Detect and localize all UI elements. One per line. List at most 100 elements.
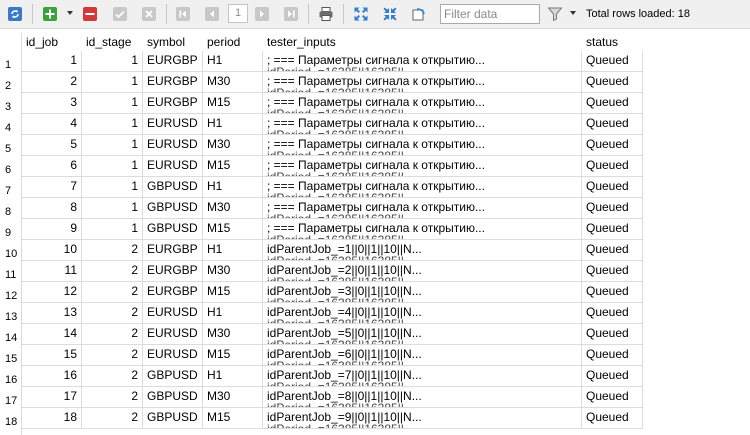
table-row[interactable]: 17 2 GBPUSD M30 idParentJob_=8||0||1||10||N.… xyxy=(22,387,643,408)
collapse-icon[interactable] xyxy=(380,4,400,24)
cell-period[interactable]: M15 xyxy=(203,282,263,302)
cell-id-stage[interactable]: 2 xyxy=(82,387,143,407)
cell-period[interactable]: M15 xyxy=(203,219,263,239)
cell-status[interactable]: Queued xyxy=(582,366,643,386)
row-number[interactable]: 16 xyxy=(5,374,21,386)
discard-icon[interactable] xyxy=(139,4,159,24)
column-header-tester-inputs[interactable]: tester_inputs xyxy=(263,33,582,51)
cell-symbol[interactable]: EURUSD xyxy=(143,114,203,134)
cell-status[interactable]: Queued xyxy=(582,408,643,428)
cell-symbol[interactable]: EURUSD xyxy=(143,345,203,365)
cell-status[interactable]: Queued xyxy=(582,324,643,344)
cell-id-job[interactable]: 2 xyxy=(22,72,82,92)
cell-status[interactable]: Queued xyxy=(582,240,643,260)
column-header-status[interactable]: status xyxy=(582,33,643,51)
cell-id-job[interactable]: 11 xyxy=(22,261,82,281)
cell-tester-inputs[interactable]: ; === Параметры сигнала к открытию... idP… xyxy=(263,93,582,113)
cell-id-job[interactable]: 9 xyxy=(22,219,82,239)
filter-input[interactable] xyxy=(440,4,540,24)
cell-period[interactable]: M15 xyxy=(203,345,263,365)
filter-icon[interactable] xyxy=(545,4,565,24)
cell-tester-inputs[interactable]: ; === Параметры сигнала к открытию... idP… xyxy=(263,198,582,218)
row-number[interactable]: 15 xyxy=(5,353,21,365)
cell-symbol[interactable]: EURGBP xyxy=(143,261,203,281)
cell-tester-inputs[interactable]: idParentJob_=6||0||1||10||N... idPeriod_=… xyxy=(263,345,582,365)
row-number[interactable]: 11 xyxy=(5,269,21,281)
prev-page-icon[interactable] xyxy=(202,4,222,24)
row-number[interactable]: 7 xyxy=(5,185,21,197)
cell-period[interactable]: M30 xyxy=(203,261,263,281)
cell-tester-inputs[interactable]: ; === Параметры сигнала к открытию... idP… xyxy=(263,114,582,134)
cell-status[interactable]: Queued xyxy=(582,387,643,407)
cell-id-stage[interactable]: 1 xyxy=(82,198,143,218)
cell-id-job[interactable]: 5 xyxy=(22,135,82,155)
cell-id-job[interactable]: 15 xyxy=(22,345,82,365)
cell-status[interactable]: Queued xyxy=(582,345,643,365)
cell-tester-inputs[interactable]: idParentJob_=5||0||1||10||N... idPeriod_=… xyxy=(263,324,582,344)
cell-period[interactable]: H1 xyxy=(203,366,263,386)
column-header-symbol[interactable]: symbol xyxy=(143,33,203,51)
cell-id-job[interactable]: 17 xyxy=(22,387,82,407)
row-number[interactable]: 17 xyxy=(5,395,21,407)
cell-id-job[interactable]: 10 xyxy=(22,240,82,260)
next-page-icon[interactable] xyxy=(252,4,272,24)
row-number[interactable]: 6 xyxy=(5,164,21,176)
cell-id-stage[interactable]: 1 xyxy=(82,72,143,92)
print-icon[interactable] xyxy=(316,4,336,24)
row-number[interactable]: 10 xyxy=(5,248,21,260)
cell-tester-inputs[interactable]: ; === Параметры сигнала к открытию... idP… xyxy=(263,177,582,197)
cell-id-job[interactable]: 14 xyxy=(22,324,82,344)
column-header-id-stage[interactable]: id_stage xyxy=(82,33,143,51)
cell-status[interactable]: Queued xyxy=(582,135,643,155)
cell-id-job[interactable]: 7 xyxy=(22,177,82,197)
cell-tester-inputs[interactable]: idParentJob_=8||0||1||10||N... idPeriod_=… xyxy=(263,387,582,407)
table-row[interactable]: 14 2 EURUSD M30 idParentJob_=5||0||1||10||N.… xyxy=(22,324,643,345)
cell-id-stage[interactable]: 2 xyxy=(82,303,143,323)
cell-symbol[interactable]: EURGBP xyxy=(143,240,203,260)
cell-tester-inputs[interactable]: ; === Параметры сигнала к открытию... idP… xyxy=(263,72,582,92)
cell-id-stage[interactable]: 2 xyxy=(82,366,143,386)
cell-status[interactable]: Queued xyxy=(582,219,643,239)
table-row[interactable]: 16 2 GBPUSD H1 idParentJob_=7||0||1||10||N..… xyxy=(22,366,643,387)
cell-tester-inputs[interactable]: idParentJob_=2||0||1||10||N... idPeriod_=… xyxy=(263,261,582,281)
cell-period[interactable]: M30 xyxy=(203,324,263,344)
save-icon[interactable] xyxy=(110,4,130,24)
cell-tester-inputs[interactable]: ; === Параметры сигнала к открытию... idP… xyxy=(263,135,582,155)
cell-period[interactable]: M30 xyxy=(203,198,263,218)
row-number[interactable]: 9 xyxy=(5,227,21,239)
cell-id-stage[interactable]: 1 xyxy=(82,219,143,239)
last-page-icon[interactable] xyxy=(281,4,301,24)
table-row[interactable]: 6 1 EURUSD M15; === Параметры сигнала к отк… xyxy=(22,156,643,177)
table-row[interactable]: 12 2 EURGBP M15 idParentJob_=3||0||1||10||N.… xyxy=(22,282,643,303)
cell-id-job[interactable]: 12 xyxy=(22,282,82,302)
cell-symbol[interactable]: GBPUSD xyxy=(143,366,203,386)
cell-status[interactable]: Queued xyxy=(582,93,643,113)
cell-period[interactable]: H1 xyxy=(203,240,263,260)
cell-tester-inputs[interactable]: idParentJob_=3||0||1||10||N... idPeriod_=… xyxy=(263,282,582,302)
page-number-field[interactable]: 1 xyxy=(228,4,248,23)
first-page-icon[interactable] xyxy=(173,4,193,24)
filter-dropdown-arrow-icon[interactable] xyxy=(570,11,576,15)
cell-period[interactable]: M15 xyxy=(203,156,263,176)
table-row[interactable]: 4 1 EURUSD H1; === Параметры сигнала к откр… xyxy=(22,114,643,135)
cell-status[interactable]: Queued xyxy=(582,303,643,323)
cell-id-stage[interactable]: 1 xyxy=(82,135,143,155)
cell-id-job[interactable]: 6 xyxy=(22,156,82,176)
refresh-icon[interactable] xyxy=(5,4,25,24)
cell-period[interactable]: M15 xyxy=(203,93,263,113)
export-icon[interactable] xyxy=(409,4,429,24)
table-row[interactable]: 9 1 GBPUSD M15; === Параметры сигнала к отк… xyxy=(22,219,643,240)
cell-id-job[interactable]: 8 xyxy=(22,198,82,218)
cell-status[interactable]: Queued xyxy=(582,156,643,176)
cell-tester-inputs[interactable]: idParentJob_=7||0||1||10||N... idPeriod_=… xyxy=(263,366,582,386)
cell-tester-inputs[interactable]: ; === Параметры сигнала к открытию... idP… xyxy=(263,219,582,239)
table-row[interactable]: 11 2 EURGBP M30 idParentJob_=2||0||1||10||N.… xyxy=(22,261,643,282)
table-row[interactable]: 10 2 EURGBP H1 idParentJob_=1||0||1||10||N..… xyxy=(22,240,643,261)
cell-symbol[interactable]: EURUSD xyxy=(143,135,203,155)
cell-status[interactable]: Queued xyxy=(582,261,643,281)
cell-id-stage[interactable]: 1 xyxy=(82,93,143,113)
add-dropdown-arrow-icon[interactable] xyxy=(67,11,73,15)
cell-tester-inputs[interactable]: idParentJob_=9||0||1||10||N... idPeriod_=… xyxy=(263,408,582,428)
cell-period[interactable]: H1 xyxy=(203,177,263,197)
cell-symbol[interactable]: GBPUSD xyxy=(143,177,203,197)
